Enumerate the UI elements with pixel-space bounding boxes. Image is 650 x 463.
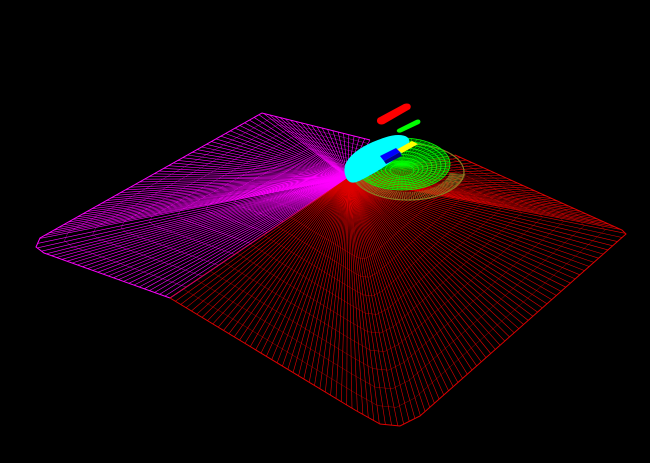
mesh-scene [0,0,650,463]
scene-background [0,0,650,463]
3d-viewport[interactable] [0,0,650,463]
